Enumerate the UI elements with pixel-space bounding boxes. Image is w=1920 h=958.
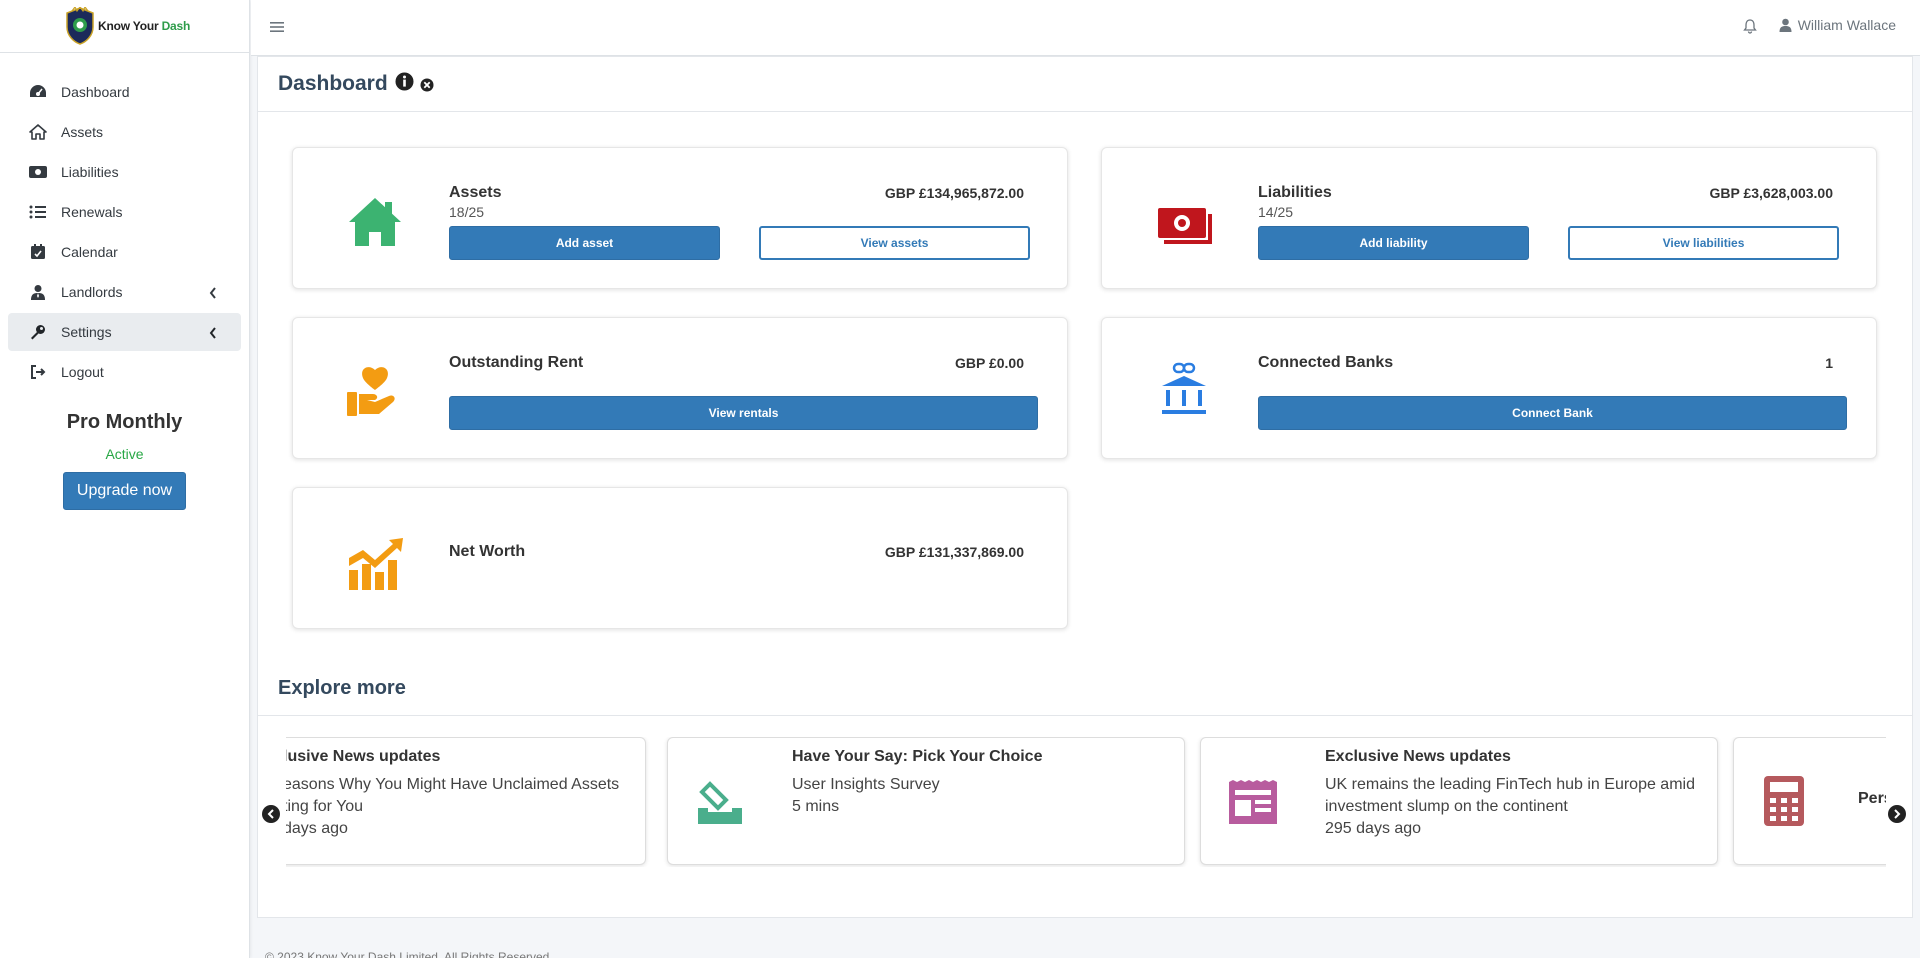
shield-logo-icon <box>66 7 94 45</box>
explore-heading: Explore more <box>278 677 406 699</box>
card-title: Outstanding Rent <box>449 354 584 371</box>
card-title: Net Worth <box>449 543 526 560</box>
calculator-icon <box>1764 776 1804 826</box>
chart-growth-icon <box>349 538 403 590</box>
bell-icon[interactable] <box>1743 18 1757 39</box>
news-card[interactable]: lusive News updates easons Why You Might… <box>286 737 646 865</box>
sidebar-item-liabilities[interactable]: Liabilities <box>8 153 241 191</box>
money-icon <box>28 163 48 181</box>
sidebar-item-calendar[interactable]: Calendar <box>8 233 241 271</box>
news-card[interactable]: Pers <box>1733 737 1886 865</box>
news-title: Exclusive News updates <box>1325 748 1511 765</box>
main-content: Dashboard Assets 18/25 GBP £134,965,872.… <box>257 56 1913 918</box>
liabilities-total: GBP £3,628,003.00 <box>1709 185 1833 201</box>
view-rentals-button[interactable]: View rentals <box>449 396 1038 430</box>
home-icon <box>28 123 48 141</box>
logout-icon <box>28 363 48 381</box>
user-name: William Wallace <box>1797 17 1896 33</box>
carousel-next-button[interactable] <box>1888 805 1906 823</box>
sidebar-item-label: Logout <box>61 364 104 380</box>
news-body: UK remains the leading FinTech hub in Eu… <box>1325 776 1695 837</box>
chevron-left-icon <box>267 809 274 819</box>
add-asset-button[interactable]: Add asset <box>449 226 720 260</box>
card-title: Assets <box>449 184 502 201</box>
connect-bank-button[interactable]: Connect Bank <box>1258 396 1847 430</box>
sidebar-item-label: Calendar <box>61 244 118 260</box>
sidebar-item-settings[interactable]: Settings <box>8 313 241 351</box>
add-liability-button[interactable]: Add liability <box>1258 226 1529 260</box>
money-bill-icon <box>1158 208 1212 244</box>
news-title: lusive News updates <box>286 748 441 765</box>
news-title: Pers <box>1858 790 1886 807</box>
sidebar-item-label: Landlords <box>61 284 123 300</box>
assets-total: GBP £134,965,872.00 <box>884 185 1024 201</box>
bank-link-icon <box>1162 362 1206 414</box>
view-liabilities-button[interactable]: View liabilities <box>1568 226 1839 260</box>
close-circle-icon[interactable] <box>420 78 434 97</box>
asset-count: 18/25 <box>449 204 485 220</box>
explore-carousel: lusive News updates easons Why You Might… <box>286 737 1886 867</box>
sidebar-item-label: Settings <box>61 324 112 340</box>
sidebar-item-logout[interactable]: Logout <box>8 353 241 391</box>
news-body: User Insights Survey 5 mins <box>792 776 940 815</box>
sidebar-item-renewals[interactable]: Renewals <box>8 193 241 231</box>
survey-card[interactable]: Have Your Say: Pick Your Choice User Ins… <box>667 737 1185 865</box>
chevron-left-icon <box>209 326 217 342</box>
sidebar-item-dashboard[interactable]: Dashboard <box>8 73 241 111</box>
sidebar-item-label: Dashboard <box>61 84 130 100</box>
plan-name: Pro Monthly <box>66 411 183 433</box>
sidebar-item-label: Renewals <box>61 204 123 220</box>
page-title: Dashboard <box>278 72 388 95</box>
brand-logo[interactable]: Know Your Dash <box>0 0 249 53</box>
top-navbar: William Wallace <box>251 0 1920 56</box>
assets-card: Assets 18/25 GBP £134,965,872.00 Add ass… <box>292 147 1068 289</box>
news-title: Have Your Say: Pick Your Choice <box>792 748 1043 765</box>
news-card[interactable]: Exclusive News updates UK remains the le… <box>1200 737 1718 865</box>
outstanding-rent-total: GBP £0.00 <box>954 355 1024 371</box>
sidebar-item-assets[interactable]: Assets <box>8 113 241 151</box>
page-header: Dashboard <box>258 57 1912 112</box>
chevron-left-icon <box>209 286 217 302</box>
sidebar-nav: Dashboard Assets Liabilities Renewals Ca… <box>0 73 249 391</box>
connected-banks-count: 1 <box>1825 355 1833 371</box>
calendar-icon <box>28 243 48 261</box>
house-icon <box>349 198 401 246</box>
view-assets-button[interactable]: View assets <box>759 226 1030 260</box>
user-tie-icon <box>28 283 48 301</box>
divider <box>258 715 1912 716</box>
hamburger-menu-icon[interactable] <box>270 20 284 38</box>
newspaper-icon <box>1229 780 1277 824</box>
wrench-icon <box>28 323 48 341</box>
connected-banks-card: Connected Banks 1 Connect Bank <box>1101 317 1877 459</box>
subscription-plan: Pro Monthly Active Upgrade now <box>0 411 249 510</box>
upgrade-button[interactable]: Upgrade now <box>62 472 187 510</box>
sidebar: Know Your Dash Dashboard Assets Liabilit… <box>0 0 250 958</box>
hand-holding-heart-icon <box>347 367 395 416</box>
liability-count: 14/25 <box>1258 204 1294 220</box>
liabilities-card: Liabilities 14/25 GBP £3,628,003.00 Add … <box>1101 147 1877 289</box>
chevron-right-icon <box>1894 809 1901 819</box>
info-icon[interactable] <box>395 72 414 96</box>
sidebar-item-label: Assets <box>61 124 104 140</box>
ballot-box-icon <box>698 781 742 824</box>
plan-status: Active <box>105 446 144 462</box>
brand-name: Know Your Dash <box>98 19 191 33</box>
net-worth-card: Net Worth GBP £131,337,869.00 <box>292 487 1068 629</box>
sidebar-item-label: Liabilities <box>61 164 119 180</box>
user-icon <box>1779 18 1792 32</box>
outstanding-rent-card: Outstanding Rent GBP £0.00 View rentals <box>292 317 1068 459</box>
news-body: easons Why You Might Have Unclaimed Asse… <box>286 776 620 837</box>
card-title: Connected Banks <box>1258 354 1394 371</box>
carousel-prev-button[interactable] <box>262 805 280 823</box>
sidebar-item-landlords[interactable]: Landlords <box>8 273 241 311</box>
card-title: Liabilities <box>1258 184 1332 201</box>
net-worth-total: GBP £131,337,869.00 <box>884 544 1024 560</box>
gauge-icon <box>28 83 48 101</box>
user-menu[interactable]: William Wallace <box>1779 17 1896 33</box>
footer-copyright: © 2023 Know Your Dash Limited. All Right… <box>265 950 550 958</box>
list-icon <box>28 203 48 221</box>
